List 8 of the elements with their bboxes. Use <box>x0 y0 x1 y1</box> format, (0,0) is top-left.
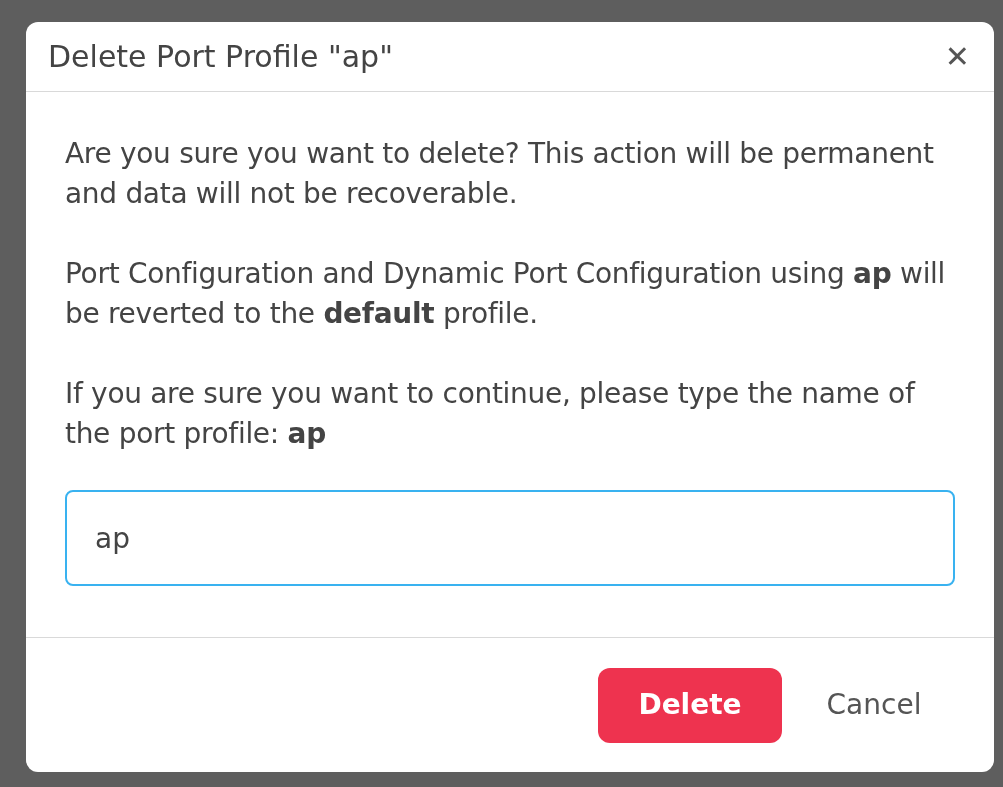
message-text: Port Configuration and Dynamic Port Configuration using ap will be reverted to the default profile. <box>65 256 947 332</box>
dialog-title: Delete Port Profile "ap" <box>48 38 393 76</box>
delete-button[interactable]: Delete <box>598 667 782 743</box>
name-input-field[interactable]: ap <box>65 490 955 586</box>
message-text: If you are sure you want to continue, please type the name of the port profile: ap <box>65 376 917 452</box>
message-text: Are you sure you want to delete? This action will be permanent and data will not be recoverable. <box>65 136 935 212</box>
cancel-button[interactable]: Cancel <box>804 667 944 743</box>
close-button[interactable]: ✕ <box>944 41 970 72</box>
